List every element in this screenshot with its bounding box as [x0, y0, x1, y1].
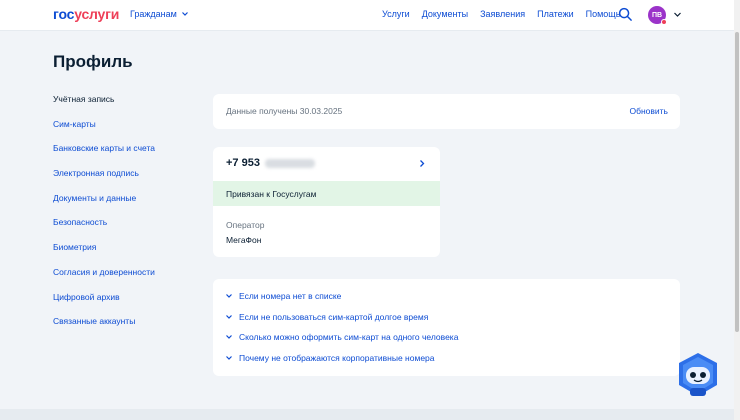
sim-number-prefix: +7 953 [226, 157, 260, 169]
search-icon[interactable] [618, 7, 633, 22]
refresh-button[interactable]: Обновить [630, 106, 669, 116]
chevron-down-icon [226, 314, 232, 319]
logo-part-uslugi: услуги [74, 6, 120, 22]
chevron-down-icon[interactable] [673, 10, 682, 19]
nav-item-applications[interactable]: Заявления [480, 9, 525, 19]
audience-label: Гражданам [130, 9, 177, 19]
faq-item[interactable]: Почему не отображаются корпоративные ном… [225, 353, 435, 363]
operator-value: МегаФон [226, 235, 262, 245]
avatar-initials: ПВ [651, 11, 663, 19]
top-header: госуслуги Гражданам Услуги Документы Зая… [0, 0, 740, 31]
sidebar-item-bank-cards[interactable]: Банковские карты и счета [53, 143, 203, 168]
linked-status-banner: Привязан к Госуслугам [213, 181, 440, 206]
assistant-robot-icon[interactable] [676, 352, 720, 398]
operator-label: Оператор [226, 220, 265, 230]
chevron-right-icon[interactable] [418, 159, 426, 168]
footer-band [0, 409, 734, 420]
chevron-down-icon [226, 355, 232, 360]
sidebar-item-documents[interactable]: Документы и данные [53, 193, 203, 218]
faq-item-label: Если не пользоваться сим-картой долгое в… [239, 311, 429, 322]
page-scrollbar-thumb[interactable] [735, 32, 739, 332]
nav-item-documents[interactable]: Документы [422, 9, 468, 19]
nav-item-payments[interactable]: Платежи [537, 9, 574, 19]
nav-item-help[interactable]: Помощь [586, 9, 621, 19]
audience-selector[interactable]: Гражданам [130, 9, 189, 19]
sim-card: +7 953 Привязан к Госуслугам Оператор Ме… [213, 147, 440, 257]
nav-item-services[interactable]: Услуги [382, 9, 410, 19]
sidebar-item-digital-archive[interactable]: Цифровой архив [53, 292, 203, 317]
sidebar-item-sim-cards[interactable]: Сим-карты [53, 119, 203, 144]
page-title: Профиль [53, 52, 133, 71]
sidebar-item-e-signature[interactable]: Электронная подпись [53, 168, 203, 193]
sidebar-item-account[interactable]: Учётная запись [53, 94, 203, 119]
faq-item-label: Сколько можно оформить сим-карт на одног… [239, 332, 459, 342]
avatar[interactable]: ПВ [648, 6, 667, 25]
sidebar-item-linked-accounts[interactable]: Связанные аккаунты [53, 316, 203, 341]
faq-item[interactable]: Если не пользоваться сим-картой долгое в… [225, 312, 428, 322]
chevron-down-icon [226, 294, 232, 298]
profile-sidebar: Учётная запись Сим-карты Банковские карт… [53, 94, 203, 341]
faq-item[interactable]: Сколько можно оформить сим-карт на одног… [225, 332, 458, 342]
sim-number-hidden [264, 158, 315, 168]
chevron-down-icon [226, 335, 232, 339]
gosuslugi-logo[interactable]: госуслуги [53, 6, 119, 22]
data-status-card: Данные получены 30.03.2025 Обновить [213, 94, 680, 129]
data-received-text: Данные получены 30.03.2025 [226, 106, 343, 116]
faq-item-label: Если номера нет в списке [239, 291, 342, 301]
main-nav: Услуги Документы Заявления Платежи Помощ… [382, 9, 620, 19]
sidebar-item-consents[interactable]: Согласия и доверенности [53, 267, 203, 292]
logo-part-gos: гос [53, 6, 75, 22]
sidebar-item-biometrics[interactable]: Биометрия [53, 242, 203, 267]
faq-item-label: Почему не отображаются корпоративные ном… [239, 352, 435, 363]
notification-dot [661, 19, 667, 25]
sidebar-item-security[interactable]: Безопасность [53, 217, 203, 242]
faq-item[interactable]: Если номера нет в списке [225, 291, 341, 301]
faq-card: Если номера нет в списке Если не пользов… [213, 279, 680, 376]
chevron-down-icon [181, 12, 188, 16]
sim-number[interactable]: +7 953 [226, 157, 315, 169]
